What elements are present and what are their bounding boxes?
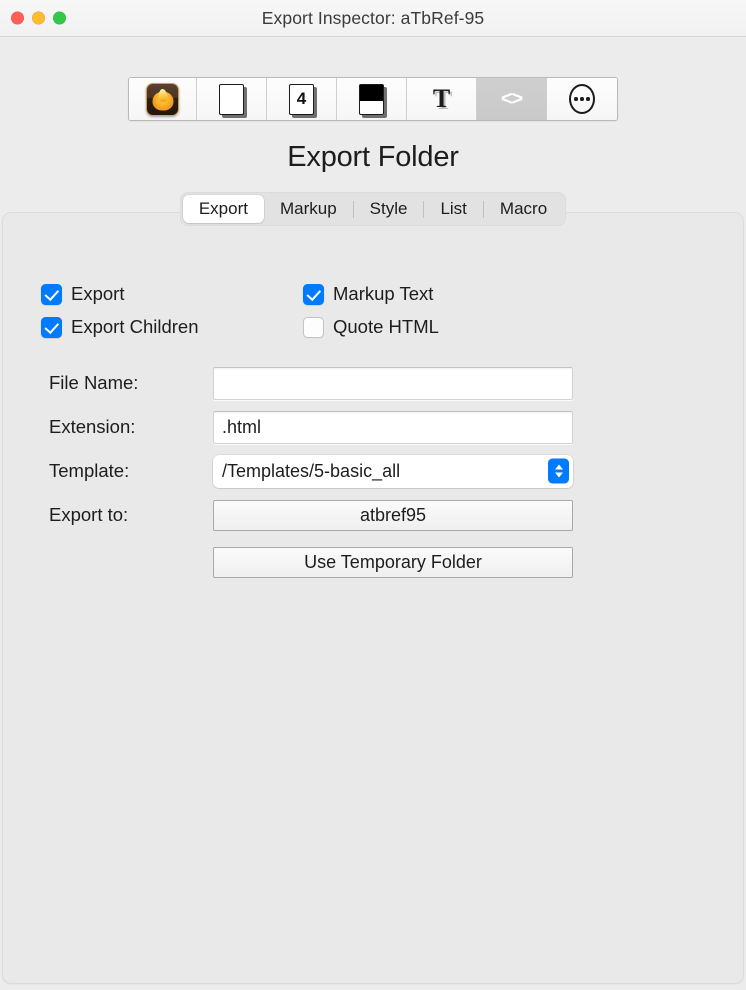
toolbar-segment-app-flame[interactable] (129, 78, 197, 120)
checkbox-export[interactable]: Export (41, 283, 303, 305)
checkbox-markup-text-label: Markup Text (333, 283, 434, 304)
toolbar-segment-html-code[interactable]: <> (477, 78, 547, 120)
tab-markup[interactable]: Markup (264, 195, 353, 223)
form-row-template: Template: /Templates/5-basic_all (3, 449, 743, 493)
checkbox-export-children-label: Export Children (71, 316, 199, 337)
pane-title: Export Folder (287, 141, 459, 173)
chevron-updown-icon[interactable] (548, 458, 569, 484)
checkbox-quote-html-label: Quote HTML (333, 316, 439, 337)
export-form: File Name: Extension: Template: /Templat… (3, 361, 743, 587)
template-label: Template: (49, 460, 130, 481)
toolbar-segment-number-4[interactable]: 4 (267, 78, 337, 120)
text-icon: T (432, 84, 451, 113)
display-icon (359, 83, 384, 115)
export-to-button[interactable]: atbref95 (213, 499, 573, 531)
toolbar-segment-more[interactable] (547, 78, 617, 120)
export-to-label: Export to: (49, 504, 129, 525)
use-temporary-folder-button[interactable]: Use Temporary Folder (213, 546, 573, 578)
checkbox-markup-text[interactable]: Markup Text (303, 283, 433, 305)
checkbox-quote-html[interactable]: Quote HTML (303, 316, 439, 338)
checkbox-row: Export Markup Text (41, 283, 439, 305)
export-inspector-window: Export Inspector: aTbRef-95 4 T <> Expor… (0, 0, 746, 990)
tabbar-container: Export Markup Style List Macro (0, 192, 746, 226)
note-icon (219, 83, 244, 115)
checkbox-quote-html-box[interactable] (303, 316, 324, 338)
app-flame-icon (146, 82, 179, 116)
tab-list[interactable]: List (424, 195, 482, 223)
inspector-toolbar: 4 T <> (0, 77, 746, 121)
checkbox-markup-text-box[interactable] (303, 283, 324, 305)
template-dropdown-value: /Templates/5-basic_all (222, 460, 401, 481)
toolbar-segment-note[interactable] (197, 78, 267, 120)
file-name-label: File Name: (49, 372, 139, 393)
checkbox-export-children-box[interactable] (41, 316, 62, 338)
form-row-temp-folder: Use Temporary Folder (3, 537, 743, 587)
extension-input[interactable] (213, 410, 573, 444)
form-row-extension: Extension: (3, 405, 743, 449)
form-row-export-to: Export to: atbref95 (3, 493, 743, 537)
toolbar-segment-text[interactable]: T (407, 78, 477, 120)
tab-export[interactable]: Export (182, 195, 264, 223)
more-icon (569, 84, 595, 114)
tabbar: Export Markup Style List Macro (179, 192, 567, 226)
window-titlebar: Export Inspector: aTbRef-95 (0, 0, 746, 37)
html-code-icon: <> (500, 87, 523, 110)
checkbox-export-box[interactable] (41, 283, 62, 305)
template-dropdown[interactable]: /Templates/5-basic_all (213, 454, 573, 488)
number-4-icon: 4 (289, 83, 314, 115)
inspector-tab-segments: 4 T <> (128, 77, 618, 121)
form-row-file-name: File Name: (3, 361, 743, 405)
window-title: Export Inspector: aTbRef-95 (261, 7, 485, 28)
tab-macro[interactable]: Macro (484, 195, 563, 223)
export-settings-panel: Export Markup Text Export Children Quote… (2, 212, 744, 984)
export-options-group: Export Markup Text Export Children Quote… (41, 283, 439, 349)
checkbox-row: Export Children Quote HTML (41, 316, 439, 338)
checkbox-export-label: Export (71, 283, 125, 304)
minimize-window-button[interactable] (32, 11, 45, 25)
toolbar-segment-display[interactable] (337, 78, 407, 120)
maximize-window-button[interactable] (53, 11, 66, 25)
extension-label: Extension: (49, 416, 136, 437)
close-window-button[interactable] (11, 11, 24, 25)
checkbox-export-children[interactable]: Export Children (41, 316, 303, 338)
tab-style[interactable]: Style (354, 195, 424, 223)
file-name-input[interactable] (213, 366, 573, 400)
traffic-lights (11, 11, 66, 25)
